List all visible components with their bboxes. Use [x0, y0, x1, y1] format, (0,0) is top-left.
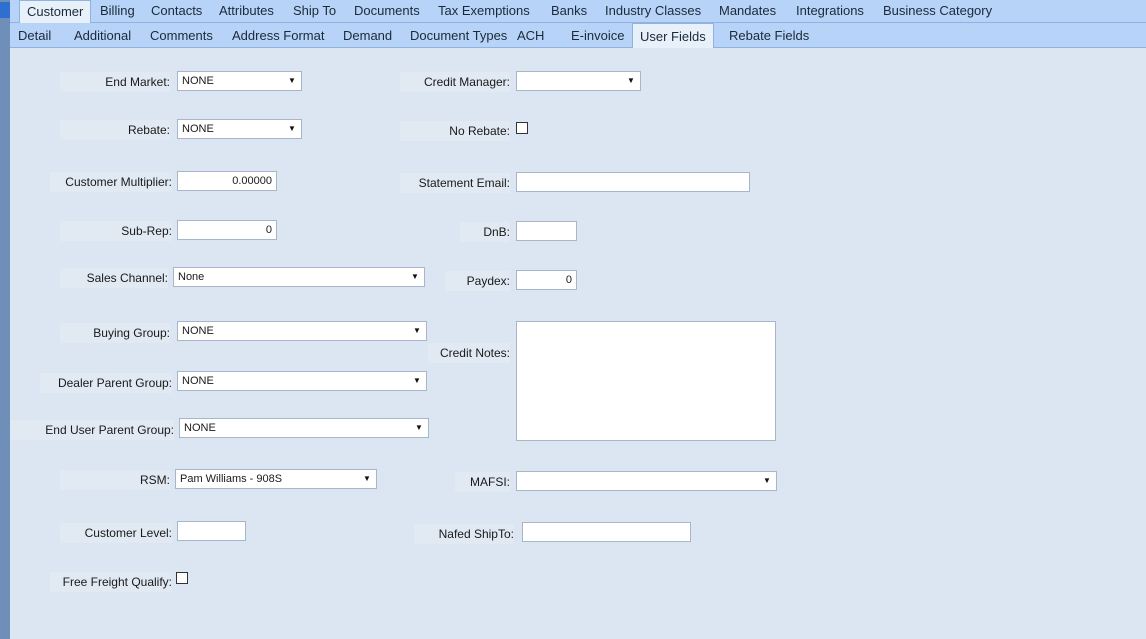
tab-demand[interactable]: Demand [336, 23, 399, 47]
tab-billing[interactable]: Billing [93, 0, 142, 22]
nafed-shipto-label: Nafed ShipTo: [414, 524, 514, 544]
dealer-parent-group-select[interactable]: NONE ▼ [177, 371, 427, 391]
rsm-select[interactable]: Pam Williams - 908S ▼ [175, 469, 377, 489]
rebate-label: Rebate: [60, 120, 170, 140]
tab-rebate-fields[interactable]: Rebate Fields [722, 23, 816, 47]
tab-integrations[interactable]: Integrations [789, 0, 871, 22]
tab-user-fields[interactable]: User Fields [632, 23, 714, 48]
paydex-input[interactable]: 0 [516, 270, 577, 290]
end-market-value: NONE [182, 75, 214, 87]
left-edge-marker [0, 2, 10, 18]
chevron-down-icon[interactable]: ▼ [358, 470, 376, 488]
top-tab-bar: Customer Billing Contacts Attributes Shi… [10, 0, 1146, 23]
tab-mandates[interactable]: Mandates [712, 0, 783, 22]
tab-e-invoice[interactable]: E-invoice [564, 23, 631, 47]
tab-additional[interactable]: Additional [67, 23, 138, 47]
tab-comments[interactable]: Comments [143, 23, 220, 47]
customer-level-label: Customer Level: [60, 523, 172, 543]
chevron-down-icon[interactable]: ▼ [410, 419, 428, 437]
free-freight-qualify-checkbox[interactable] [176, 572, 188, 584]
mafsi-label: MAFSI: [455, 472, 510, 492]
statement-email-input[interactable] [516, 172, 750, 192]
customer-level-input[interactable] [177, 521, 246, 541]
tab-attributes[interactable]: Attributes [212, 0, 281, 22]
tab-address-format[interactable]: Address Format [225, 23, 331, 47]
free-freight-qualify-label: Free Freight Qualify: [50, 572, 172, 592]
dnb-input[interactable] [516, 221, 577, 241]
sub-tab-bar: Detail Additional Comments Address Forma… [10, 23, 1146, 48]
credit-manager-label: Credit Manager: [400, 72, 510, 92]
end-market-select[interactable]: NONE ▼ [177, 71, 302, 91]
sales-channel-label: Sales Channel: [60, 268, 168, 288]
buying-group-select[interactable]: NONE ▼ [177, 321, 427, 341]
end-market-label: End Market: [60, 72, 170, 92]
nafed-shipto-input[interactable] [522, 522, 691, 542]
tab-business-category[interactable]: Business Category [876, 0, 999, 22]
end-user-parent-group-select[interactable]: NONE ▼ [179, 418, 429, 438]
tab-tax-exemptions[interactable]: Tax Exemptions [431, 0, 537, 22]
tab-ach[interactable]: ACH [510, 23, 551, 47]
credit-notes-label: Credit Notes: [428, 343, 510, 363]
customer-multiplier-label: Customer Multiplier: [50, 172, 172, 192]
no-rebate-checkbox[interactable] [516, 122, 528, 134]
tab-documents[interactable]: Documents [347, 0, 427, 22]
dealer-parent-group-label: Dealer Parent Group: [40, 373, 172, 393]
chevron-down-icon[interactable]: ▼ [283, 72, 301, 90]
left-edge-strip [0, 0, 10, 639]
tab-banks[interactable]: Banks [544, 0, 594, 22]
credit-manager-select[interactable]: ▼ [516, 71, 641, 91]
rebate-select[interactable]: NONE ▼ [177, 119, 302, 139]
credit-notes-textarea[interactable] [516, 321, 776, 441]
rsm-value: Pam Williams - 908S [180, 473, 283, 485]
end-user-parent-group-value: NONE [184, 422, 216, 434]
rsm-label: RSM: [60, 470, 170, 490]
sales-channel-select[interactable]: None ▼ [173, 267, 425, 287]
end-user-parent-group-label: End User Parent Group: [10, 420, 174, 440]
mafsi-select[interactable]: ▼ [516, 471, 777, 491]
tab-contacts[interactable]: Contacts [144, 0, 209, 22]
dnb-label: DnB: [460, 222, 510, 242]
sub-rep-label: Sub-Rep: [60, 221, 172, 241]
tab-ship-to[interactable]: Ship To [286, 0, 343, 22]
sub-rep-input[interactable]: 0 [177, 220, 277, 240]
paydex-label: Paydex: [445, 271, 510, 291]
sales-channel-value: None [178, 271, 205, 283]
buying-group-label: Buying Group: [60, 323, 170, 343]
no-rebate-label: No Rebate: [400, 121, 510, 141]
chevron-down-icon[interactable]: ▼ [283, 120, 301, 138]
statement-email-label: Statement Email: [400, 173, 510, 193]
tab-industry-classes[interactable]: Industry Classes [598, 0, 708, 22]
tab-customer[interactable]: Customer [19, 0, 92, 23]
chevron-down-icon[interactable]: ▼ [408, 322, 426, 340]
tab-document-types[interactable]: Document Types [403, 23, 514, 47]
chevron-down-icon[interactable]: ▼ [622, 72, 640, 90]
rebate-value: NONE [182, 123, 214, 135]
dealer-parent-group-value: NONE [182, 375, 214, 387]
chevron-down-icon[interactable]: ▼ [406, 268, 424, 286]
customer-multiplier-input[interactable]: 0.00000 [177, 171, 277, 191]
buying-group-value: NONE [182, 325, 214, 337]
chevron-down-icon[interactable]: ▼ [758, 472, 776, 490]
chevron-down-icon[interactable]: ▼ [408, 372, 426, 390]
tab-detail[interactable]: Detail [11, 23, 58, 47]
